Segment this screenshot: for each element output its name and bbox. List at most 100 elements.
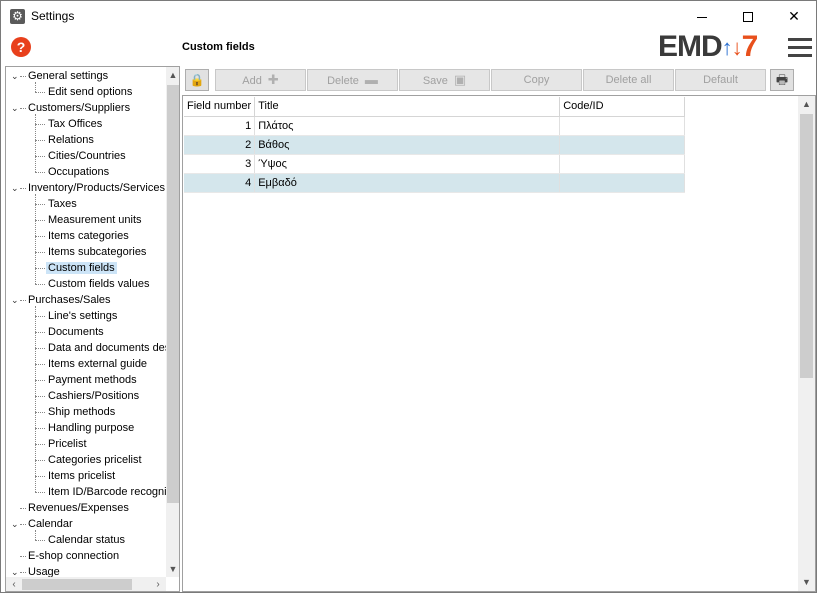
table-row[interactable]: 1 Πλάτος [184,116,686,136]
tree-item-inventory-products-services[interactable]: Inventory/Products/Services [26,180,167,196]
minus-icon: ▬ [364,72,378,87]
tree-item-tax-offices[interactable]: Tax Offices [46,116,104,132]
tree-item-items-categories[interactable]: Items categories [46,228,131,244]
grid-scroll-thumb[interactable] [800,114,813,378]
grid-vertical-scrollbar[interactable]: ▲ ▼ [798,96,815,591]
lock-button[interactable]: 🔒 [185,69,209,91]
tree-item-custom-fields-values[interactable]: Custom fields values [46,276,152,292]
tree-item-cities-countries[interactable]: Cities/Countries [46,148,128,164]
settings-tree[interactable]: ⌄ General settings Edit send options ⌄ Custo… [5,66,180,592]
tree-item-label: Calendar [28,518,73,530]
hamburger-icon[interactable] [788,38,812,58]
tree-item-label: Items pricelist [48,470,116,482]
code-id-cell[interactable] [559,135,686,155]
code-id-cell[interactable] [559,173,686,193]
tree-scroll-thumb[interactable] [167,85,179,503]
tree-item-label: General settings [28,70,109,82]
tree-item-relations[interactable]: Relations [46,132,96,148]
chevron-down-icon[interactable]: ⌄ [11,68,19,84]
tree-item-measurement-units[interactable]: Measurement units [46,212,144,228]
tree-item-e-shop-connection[interactable]: E-shop connection [26,548,121,564]
title-cell[interactable]: Πλάτος [254,116,561,136]
field-number-cell[interactable]: 3 [184,154,256,174]
custom-fields-table: Field number Title Code/ID 1 Πλάτος 2 Βάθος… [184,97,686,193]
tree-item-occupations[interactable]: Occupations [46,164,111,180]
maximize-button[interactable] [725,1,771,31]
tree-item-categories-pricelist[interactable]: Categories pricelist [46,452,144,468]
table-row[interactable]: 4 Εμβαδό [184,173,686,193]
scroll-left-icon[interactable]: ‹ [6,577,22,591]
scroll-up-icon[interactable]: ▲ [166,67,179,83]
close-button[interactable]: ✕ [771,1,817,31]
default-button[interactable]: Default [675,69,766,91]
column-header-title[interactable]: Title [254,97,561,117]
scroll-up-icon[interactable]: ▲ [798,96,815,113]
tree-item-data-and-documents-des[interactable]: Data and documents des [46,340,172,356]
floppy-icon: ▣ [453,72,467,87]
tree-item-payment-methods[interactable]: Payment methods [46,372,139,388]
chevron-down-icon[interactable]: ⌄ [11,180,19,196]
brand-logo: EMD↑↓7 [658,30,758,63]
tree-item-ship-methods[interactable]: Ship methods [46,404,117,420]
column-header-field-number[interactable]: Field number [184,97,256,117]
tree-item-label: Customers/Suppliers [28,102,131,114]
delete-all-button[interactable]: Delete all [583,69,674,91]
add-button[interactable]: Add ✚ [215,69,306,91]
title-cell[interactable]: Βάθος [254,135,561,155]
title-cell[interactable]: Εμβαδό [254,173,561,193]
tree-item-edit-send-options[interactable]: Edit send options [46,84,134,100]
copy-button[interactable]: Copy [491,69,582,91]
close-icon: ✕ [788,8,800,24]
tree-item-custom-fields[interactable]: Custom fields [46,260,117,276]
tree-item-calendar[interactable]: Calendar [26,516,75,532]
help-icon[interactable]: ? [11,37,31,57]
tree-item-general-settings[interactable]: General settings [26,68,110,84]
tree-item-items-external-guide[interactable]: Items external guide [46,356,149,372]
tree-item-items-pricelist[interactable]: Items pricelist [46,468,117,484]
chevron-down-icon[interactable]: ⌄ [11,292,19,308]
tree-item-line-s-settings[interactable]: Line's settings [46,308,119,324]
tree-item-label: Payment methods [48,374,137,386]
table-row[interactable]: 2 Βάθος [184,135,686,155]
print-button[interactable]: 🖶 [770,69,794,91]
tree-item-label: Handling purpose [48,422,135,434]
tree-item-cashiers-positions[interactable]: Cashiers/Positions [46,388,141,404]
field-number-cell[interactable]: 1 [184,116,256,136]
chevron-down-icon[interactable]: ⌄ [11,100,19,116]
tree-item-label: Revenues/Expenses [28,502,129,514]
delete-button[interactable]: Delete ▬ [307,69,398,91]
field-number-cell[interactable]: 4 [184,173,256,193]
tree-item-item-id-barcode-recogni[interactable]: Item ID/Barcode recogni [46,484,169,500]
scroll-down-icon[interactable]: ▼ [798,574,815,591]
tree-horizontal-scrollbar[interactable]: ‹ › [6,577,166,591]
tree-item-revenues-expenses[interactable]: Revenues/Expenses [26,500,131,516]
tree-vertical-scrollbar[interactable]: ▲ ▼ [166,67,179,577]
plus-icon: ✚ [267,72,279,87]
tree-item-items-subcategories[interactable]: Items subcategories [46,244,148,260]
table-row[interactable]: 3 Ύψος [184,154,686,174]
tree-item-customers-suppliers[interactable]: Customers/Suppliers [26,100,132,116]
scroll-right-icon[interactable]: › [150,577,166,591]
tree-item-documents[interactable]: Documents [46,324,106,340]
lock-icon: 🔒 [189,73,205,87]
title-cell[interactable]: Ύψος [254,154,561,174]
code-id-cell[interactable] [559,116,686,136]
column-header-code-id[interactable]: Code/ID [559,97,686,117]
chevron-down-icon[interactable]: ⌄ [11,516,19,532]
save-button[interactable]: Save ▣ [399,69,490,91]
field-number-cell[interactable]: 2 [184,135,256,155]
tree-item-taxes[interactable]: Taxes [46,196,79,212]
title-bar: ⚙ Settings ✕ [1,1,816,31]
tree-item-purchases-sales[interactable]: Purchases/Sales [26,292,113,308]
tree-item-label: Measurement units [48,214,142,226]
code-id-cell[interactable] [559,154,686,174]
minimize-button[interactable] [679,1,725,31]
custom-fields-grid[interactable]: Field number Title Code/ID 1 Πλάτος 2 Βάθος… [182,95,816,592]
tree-hscroll-thumb[interactable] [22,579,132,590]
tree-item-label: Custom fields [46,262,117,274]
tree-item-pricelist[interactable]: Pricelist [46,436,89,452]
tree-item-calendar-status[interactable]: Calendar status [46,532,127,548]
scroll-down-icon[interactable]: ▼ [166,561,179,577]
tree-item-label: Documents [48,326,104,338]
tree-item-handling-purpose[interactable]: Handling purpose [46,420,136,436]
